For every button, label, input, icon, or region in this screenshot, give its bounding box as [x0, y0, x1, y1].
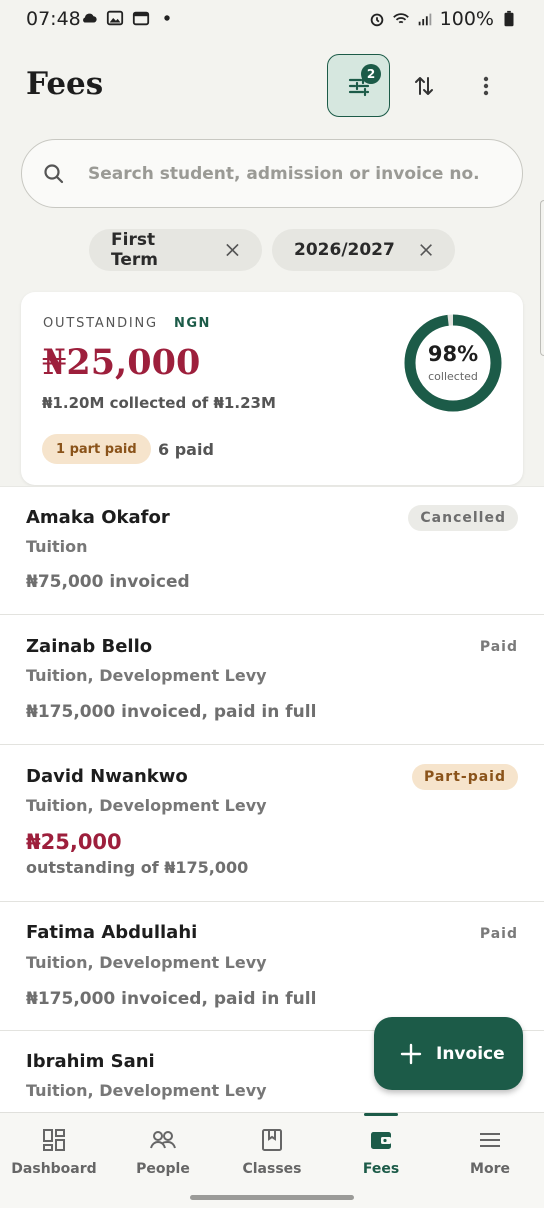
close-icon[interactable]	[419, 242, 433, 258]
invoice-row[interactable]: Fatima Abdullahi Paid Tuition, Developme…	[0, 903, 544, 1031]
dot-icon	[164, 15, 170, 21]
student-name: David Nwankwo	[26, 766, 188, 787]
cloud-icon	[83, 13, 97, 23]
nav-fees[interactable]: Fees	[327, 1127, 435, 1177]
search-icon	[44, 164, 64, 184]
status-badge: Cancelled	[408, 505, 518, 531]
collected-summary: ₦1.20M collected of ₦1.23M	[42, 394, 276, 412]
status-badge: Part-paid	[411, 764, 518, 790]
sort-arrows-icon	[415, 77, 433, 95]
nav-people[interactable]: People	[109, 1127, 217, 1177]
bottom-navigation: Dashboard People Classes Fees More	[0, 1112, 544, 1208]
collected-label: collected	[428, 370, 478, 383]
search-bar[interactable]	[21, 139, 523, 208]
nav-label: More	[470, 1161, 510, 1177]
student-name: Amaka Okafor	[26, 507, 170, 528]
wifi-icon	[392, 13, 409, 24]
battery-level: 100%	[439, 8, 494, 30]
invoice-row[interactable]: David Nwankwo Part-paid Tuition, Develop…	[0, 746, 544, 902]
edge-panel-handle[interactable]	[540, 200, 544, 356]
invoice-row[interactable]: Zainab Bello Paid Tuition, Development L…	[0, 616, 544, 745]
filter-chip-term[interactable]: First Term	[89, 229, 262, 271]
fee-items: Tuition	[26, 537, 88, 556]
invoice-amount: ₦75,000 invoiced	[26, 572, 190, 592]
new-invoice-label: Invoice	[436, 1043, 505, 1064]
alarm-icon	[370, 13, 383, 27]
new-invoice-button[interactable]: Invoice	[374, 1017, 523, 1090]
paid-count: 6 paid	[158, 440, 214, 459]
outstanding-detail: outstanding of ₦175,000	[26, 858, 249, 877]
student-name: Fatima Abdullahi	[26, 922, 198, 943]
fees-summary-card: OUTSTANDING NGN ₦25,000 ₦1.20M collected…	[21, 292, 523, 485]
filter-chip-label: 2026/2027	[294, 240, 395, 260]
book-icon	[262, 1129, 282, 1151]
fee-items: Tuition, Development Levy	[26, 953, 267, 972]
nav-label: Dashboard	[11, 1161, 97, 1177]
sort-button[interactable]	[404, 66, 444, 106]
more-vertical-icon	[483, 76, 489, 96]
dashboard-icon	[43, 1129, 65, 1151]
nav-label: Classes	[242, 1161, 302, 1177]
outstanding-amount: ₦25,000	[42, 342, 201, 383]
page-title: Fees	[26, 66, 104, 102]
battery-icon	[504, 10, 514, 27]
nav-label: People	[136, 1161, 190, 1177]
status-badge: Paid	[479, 926, 518, 942]
calendar-icon	[132, 11, 150, 26]
signal-icon	[418, 13, 431, 26]
gesture-home-bar[interactable]	[190, 1195, 354, 1200]
fee-items: Tuition, Development Levy	[26, 666, 267, 685]
nav-classes[interactable]: Classes	[218, 1127, 326, 1177]
filter-chip-label: First Term	[111, 230, 158, 270]
filter-count-badge: 2	[361, 64, 381, 84]
fee-items: Tuition, Development Levy	[26, 1081, 267, 1100]
summary-currency: NGN	[174, 316, 211, 331]
student-name: Zainab Bello	[26, 636, 153, 657]
part-paid-badge: 1 part paid	[42, 434, 151, 464]
nav-more[interactable]: More	[436, 1127, 544, 1177]
collected-percent: 98%	[427, 342, 479, 366]
nav-dashboard[interactable]: Dashboard	[0, 1127, 108, 1177]
overflow-menu-button[interactable]	[466, 66, 506, 106]
filter-chip-session[interactable]: 2026/2027	[272, 229, 455, 271]
status-badge: Paid	[479, 639, 518, 655]
image-icon	[106, 10, 124, 26]
plus-icon	[400, 1043, 422, 1064]
fee-items: Tuition, Development Levy	[26, 796, 267, 815]
nav-label: Fees	[362, 1161, 400, 1177]
summary-label: OUTSTANDING	[43, 316, 158, 331]
close-icon[interactable]	[225, 242, 240, 258]
invoice-amount: ₦175,000 invoiced, paid in full	[26, 989, 317, 1009]
wallet-icon	[371, 1132, 391, 1149]
status-time: 07:48	[26, 8, 81, 30]
invoice-row[interactable]: Amaka Okafor Cancelled Tuition ₦75,000 i…	[0, 487, 544, 615]
search-input[interactable]	[88, 154, 508, 194]
student-name: Ibrahim Sani	[26, 1051, 155, 1072]
status-bar: 07:48 100%	[0, 0, 544, 38]
active-tab-indicator	[364, 1113, 398, 1116]
filter-button[interactable]: 2	[327, 54, 390, 117]
menu-icon	[480, 1133, 500, 1147]
outstanding-amount: ₦25,000	[26, 830, 122, 854]
people-icon	[150, 1131, 176, 1149]
invoice-amount: ₦175,000 invoiced, paid in full	[26, 702, 317, 722]
notification-icons	[80, 9, 176, 27]
